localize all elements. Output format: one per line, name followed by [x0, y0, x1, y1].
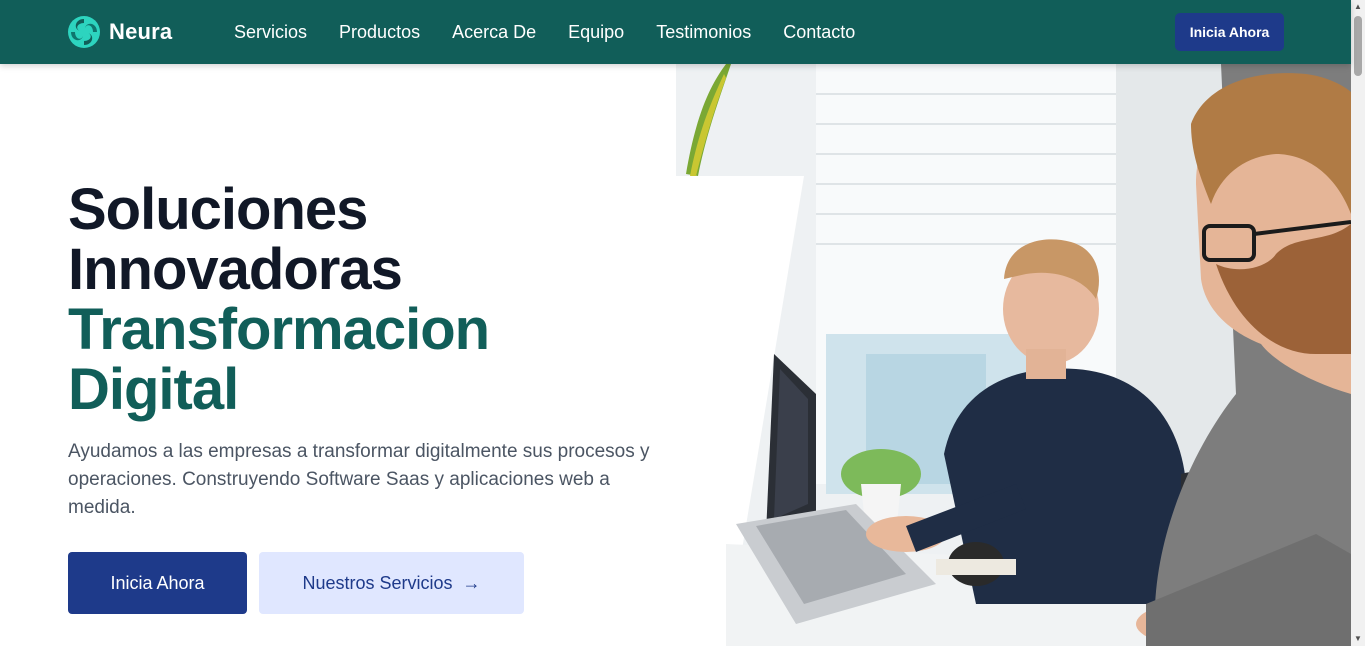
nav-link-servicios[interactable]: Servicios: [234, 22, 307, 43]
nav-start-button[interactable]: Inicia Ahora: [1175, 13, 1284, 51]
hero-title-line-3: Transformacion: [68, 297, 490, 362]
nav-link-acerca-de[interactable]: Acerca De: [452, 22, 536, 43]
hero-start-button[interactable]: Inicia Ahora: [68, 552, 247, 614]
nav-link-equipo[interactable]: Equipo: [568, 22, 624, 43]
hero-title-line-1: Soluciones: [68, 177, 368, 242]
scroll-down-icon[interactable]: ▼: [1351, 632, 1365, 646]
scroll-thumb[interactable]: [1354, 16, 1362, 76]
hero-services-button[interactable]: Nuestros Servicios →: [259, 552, 524, 614]
nav-link-contacto[interactable]: Contacto: [783, 22, 855, 43]
hero-title: Soluciones Innovadoras Transformacion Di…: [68, 177, 490, 422]
teal-swirl-logo-icon: [68, 16, 100, 48]
brand[interactable]: Neura: [67, 15, 172, 49]
nav-link-testimonios[interactable]: Testimonios: [656, 22, 751, 43]
vertical-scrollbar[interactable]: ▲ ▼: [1351, 0, 1365, 646]
hero-title-line-2: Innovadoras: [68, 237, 403, 302]
scroll-up-icon[interactable]: ▲: [1351, 0, 1365, 14]
hero-title-line-4: Digital: [68, 357, 239, 422]
arrow-right-icon: →: [462, 572, 481, 593]
top-navbar: Neura Servicios Productos Acerca De Equi…: [0, 0, 1351, 64]
brand-name: Neura: [109, 19, 173, 44]
nav-link-productos[interactable]: Productos: [339, 22, 420, 43]
nav-links: Servicios Productos Acerca De Equipo Tes…: [234, 0, 887, 64]
hero-services-label: Nuestros Servicios: [302, 572, 453, 593]
hero-description: Ayudamos a las empresas a transformar di…: [68, 441, 650, 518]
hero-photo: [676, 64, 1351, 646]
